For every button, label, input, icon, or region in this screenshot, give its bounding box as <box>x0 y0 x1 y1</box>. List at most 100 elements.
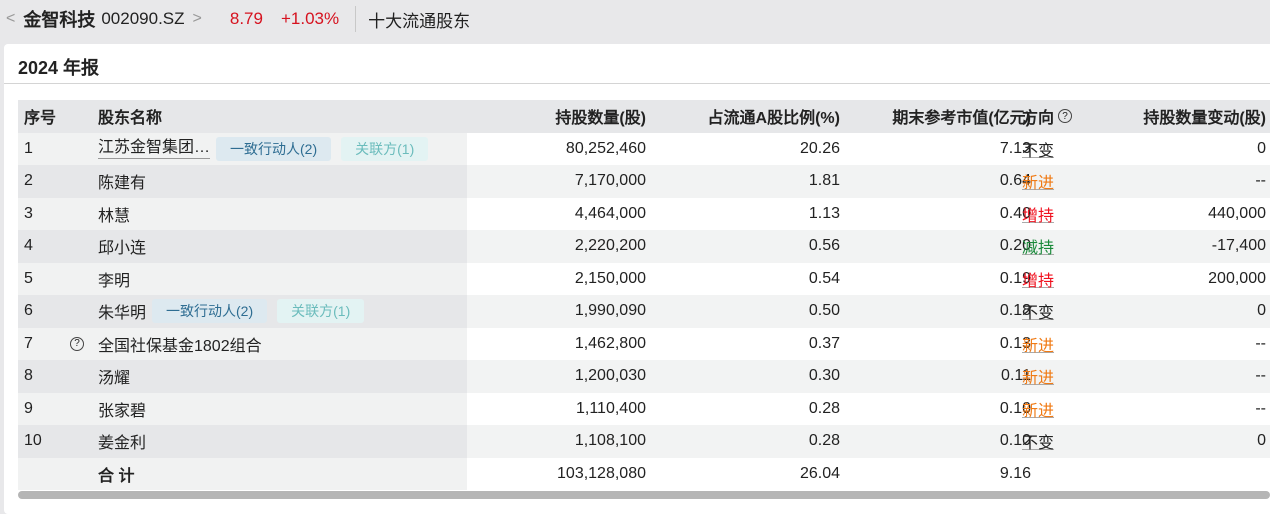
holding-change: 0 <box>1257 432 1266 450</box>
holding: 2,220,200 <box>574 237 646 255</box>
concert-party-tag[interactable]: 一致行动人(2) <box>152 299 268 324</box>
row-no: 9 <box>24 399 33 417</box>
horizontal-scrollbar[interactable] <box>18 491 1270 499</box>
holding-change: 0 <box>1257 139 1266 157</box>
holder-name[interactable]: 邱小连 <box>98 234 146 258</box>
direction[interactable]: 新进 <box>1022 165 1054 198</box>
row-no: 5 <box>24 269 33 287</box>
total-value: 9.16 <box>999 464 1031 482</box>
table-row[interactable]: 3 林慧 4,464,000 1.13 0.40 增持 440,000 <box>18 197 1270 231</box>
holding-change: -- <box>1255 399 1266 417</box>
section-title: 十大流通股东 <box>368 11 471 31</box>
table-row[interactable]: 4 邱小连 2,220,200 0.56 0.20 减持 -17,400 <box>18 230 1270 263</box>
holding: 7,170,000 <box>574 172 646 190</box>
top-bar: < 金智科技 002090.SZ > 8.79 +1.03% 十大流通股东 <box>0 0 1270 38</box>
col-no: 序号 <box>24 110 57 128</box>
holding-change: -- <box>1255 334 1266 352</box>
table-row[interactable]: 2 陈建有 7,170,000 1.81 0.64 新进 -- <box>18 165 1270 198</box>
total-ratio: 26.04 <box>799 464 840 482</box>
table-header: 序号 股东名称 持股数量(股) 占流通A股比例(%) 期末参考市值(亿元) 方向… <box>18 100 1270 133</box>
table-row[interactable]: 9 张家碧 1,110,400 0.28 0.10 新进 -- <box>18 392 1270 426</box>
direction[interactable]: 不变 <box>1022 133 1054 166</box>
direction[interactable]: 不变 <box>1022 425 1054 458</box>
row-no: 7 <box>24 334 33 352</box>
holding-change: -17,400 <box>1211 237 1266 255</box>
col-change[interactable]: 持股数量变动(股) <box>1143 100 1266 133</box>
direction[interactable]: 减持 <box>1022 230 1054 263</box>
ratio: 0.54 <box>808 269 840 287</box>
holding: 1,462,800 <box>574 334 646 352</box>
row-no: 6 <box>24 302 33 320</box>
table-row[interactable]: 6 朱华明 一致行动人(2) 关联方(1) 1,990,090 0.50 0.18 … <box>18 295 1270 328</box>
holding: 1,110,400 <box>576 399 646 417</box>
holding: 1,990,090 <box>574 302 646 320</box>
table-row[interactable]: 10 姜金利 1,108,100 0.28 0.10 不变 0 <box>18 425 1270 458</box>
period-title: 2024 年报 <box>4 44 1270 84</box>
related-party-tag[interactable]: 关联方(1) <box>277 299 365 324</box>
col-direction: 方向? <box>1022 100 1073 133</box>
ratio: 1.81 <box>808 172 840 190</box>
row-no: 1 <box>24 139 33 157</box>
table-row[interactable]: 5 李明 2,150,000 0.54 0.19 增持 200,000 <box>18 262 1270 296</box>
table-row[interactable]: 8 汤耀 1,200,030 0.30 0.11 新进 -- <box>18 360 1270 393</box>
help-icon[interactable]: ? <box>1058 109 1073 124</box>
ratio: 0.28 <box>808 432 840 450</box>
ratio: 0.56 <box>808 237 840 255</box>
holding: 1,200,030 <box>574 367 646 385</box>
change-pct: +1.03% <box>280 9 340 28</box>
direction[interactable]: 新进 <box>1022 328 1054 361</box>
holding-change: -- <box>1255 367 1266 385</box>
row-no: 4 <box>24 237 33 255</box>
total-label: 合 计 <box>98 467 135 485</box>
col-value[interactable]: 期末参考市值(亿元) <box>892 100 1031 133</box>
ratio: 1.13 <box>808 204 840 222</box>
holders-table: 序号 股东名称 持股数量(股) 占流通A股比例(%) 期末参考市值(亿元) 方向… <box>18 100 1270 490</box>
holder-name[interactable]: 江苏金智集团… <box>98 138 211 160</box>
ratio: 0.30 <box>808 367 840 385</box>
ratio: 0.50 <box>808 302 840 320</box>
direction[interactable]: 新进 <box>1022 360 1054 393</box>
row-no: 2 <box>24 172 33 190</box>
ratio: 20.26 <box>799 139 840 157</box>
holding-change: 440,000 <box>1208 204 1266 222</box>
col-name: 股东名称 <box>98 110 163 128</box>
price: 8.79 <box>229 9 263 28</box>
table-row[interactable]: 1 江苏金智集团… 一致行动人(2) 关联方(1) 80,252,460 20.26… <box>18 132 1270 166</box>
holding-change: 200,000 <box>1208 269 1266 287</box>
col-holding[interactable]: 持股数量(股) <box>555 100 646 133</box>
divider <box>355 6 357 32</box>
holder-name[interactable]: 陈建有 <box>98 169 146 193</box>
holding-change: -- <box>1255 172 1266 190</box>
holder-name[interactable]: 张家碧 <box>98 397 146 421</box>
chevron-right-icon[interactable]: > <box>193 10 202 28</box>
holding: 80,252,460 <box>565 139 646 157</box>
company-name[interactable]: 金智科技 <box>23 6 95 32</box>
ratio: 0.37 <box>808 334 840 352</box>
row-no: 3 <box>24 204 33 222</box>
holding: 2,150,000 <box>574 269 646 287</box>
direction[interactable]: 不变 <box>1022 295 1054 328</box>
chevron-left-icon[interactable]: < <box>6 10 15 28</box>
ratio: 0.28 <box>808 399 840 417</box>
holders-card: 2024 年报 序号 股东名称 持股数量(股) 占流通A股比例(%) 期末参考市… <box>4 44 1270 514</box>
total-row: 合 计 103,128,080 26.04 9.16 <box>18 457 1270 490</box>
holder-name[interactable]: 李明 <box>98 267 130 291</box>
direction[interactable]: 增持 <box>1022 263 1054 296</box>
direction[interactable]: 增持 <box>1022 198 1054 231</box>
holder-name[interactable]: 全国社保基金1802组合 <box>98 332 262 356</box>
concert-party-tag[interactable]: 一致行动人(2) <box>216 136 332 161</box>
holder-name[interactable]: 姜金利 <box>98 429 146 453</box>
holding: 1,108,100 <box>574 432 646 450</box>
holder-name[interactable]: 朱华明 <box>98 299 146 323</box>
table-row[interactable]: 7 ? 全国社保基金1802组合 1,462,800 0.37 0.13 新进 … <box>18 327 1270 361</box>
col-ratio[interactable]: 占流通A股比例(%) <box>708 100 840 133</box>
stock-code: 002090.SZ <box>101 9 185 28</box>
direction[interactable]: 新进 <box>1022 393 1054 426</box>
help-icon[interactable]: ? <box>70 336 84 351</box>
row-no: 10 <box>24 432 42 450</box>
holder-name[interactable]: 林慧 <box>98 202 130 226</box>
related-party-tag[interactable]: 关联方(1) <box>341 136 429 161</box>
holder-name[interactable]: 汤耀 <box>98 364 130 388</box>
holding: 4,464,000 <box>574 204 646 222</box>
row-no: 8 <box>24 367 33 385</box>
